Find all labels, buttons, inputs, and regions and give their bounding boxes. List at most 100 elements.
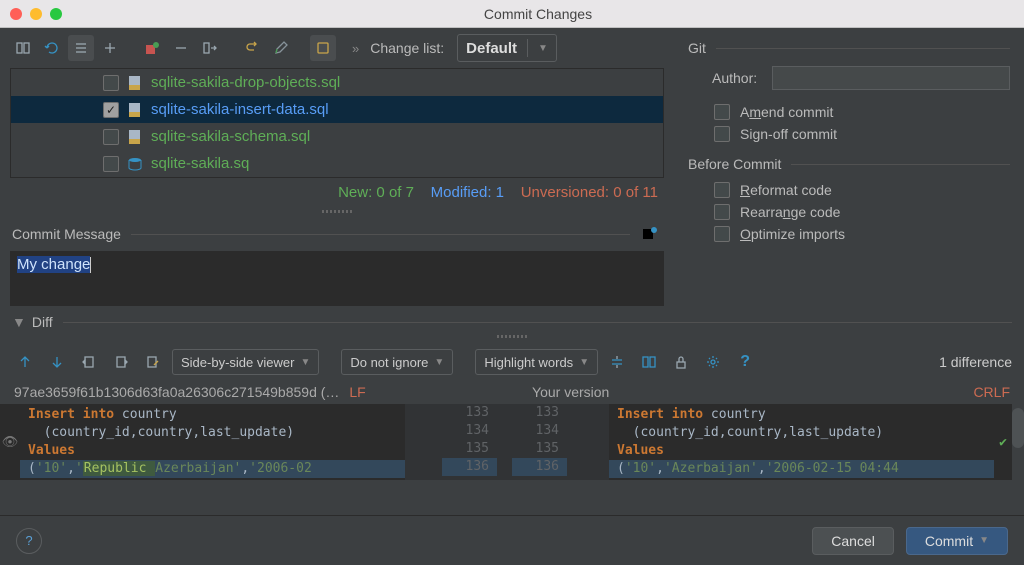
change-list-select[interactable]: Default ▼ (457, 34, 557, 62)
settings-icon[interactable] (700, 349, 726, 375)
titlebar: Commit Changes (0, 0, 1024, 28)
commit-button[interactable]: Commit▼ (906, 527, 1008, 555)
show-diff-icon[interactable] (10, 35, 36, 61)
prev-file-icon[interactable] (76, 349, 102, 375)
diff-drag-handle[interactable] (0, 332, 1024, 340)
sql-file-icon (127, 102, 143, 118)
file-list[interactable]: sqlite-sakila-drop-objects.sql ✓ sqlite-sa… (10, 68, 664, 178)
window-minimize-button[interactable] (30, 8, 42, 20)
reformat-label: Reformat code (740, 182, 832, 198)
collapse-unchanged-icon[interactable] (604, 349, 630, 375)
signoff-checkbox[interactable] (714, 126, 730, 142)
status-modified: Modified: 1 (431, 184, 504, 201)
file-status-line: New: 0 of 7 Modified: 1 Unversioned: 0 o… (0, 178, 674, 207)
diff-body: 👁 Insert into country (country_id,countr… (0, 404, 1024, 480)
group-by-icon[interactable] (68, 35, 94, 61)
rearrange-label: Rearrange code (740, 204, 840, 220)
optimize-label: Optimize imports (740, 226, 845, 242)
drag-handle[interactable] (0, 207, 674, 215)
move-changelist-icon[interactable] (197, 35, 223, 61)
file-name: sqlite-sakila.sq (151, 155, 249, 172)
left-pane[interactable]: Insert into country (country_id,country,… (20, 404, 405, 480)
file-name: sqlite-sakila-insert-data.sql (151, 101, 329, 118)
file-row[interactable]: ✓ sqlite-sakila-insert-data.sql (11, 96, 663, 123)
ignore-select[interactable]: Do not ignore▼ (341, 349, 453, 375)
line-number: 136 (442, 458, 497, 476)
diff-toolbar: Side-by-side viewer▼ Do not ignore▼ High… (0, 344, 1024, 380)
file-checkbox[interactable]: ✓ (103, 102, 119, 118)
line-number: 136 (512, 458, 567, 476)
optimize-checkbox[interactable] (714, 226, 730, 242)
left-line-ending: LF (349, 384, 365, 400)
file-checkbox[interactable] (103, 156, 119, 172)
commit-message-label: Commit Message (12, 226, 121, 242)
expand-icon[interactable] (97, 35, 123, 61)
line-number: 133 (512, 404, 567, 422)
file-name: sqlite-sakila-drop-objects.sql (151, 74, 340, 91)
right-revision-label: Your version (532, 384, 609, 400)
sql-file-icon (127, 129, 143, 145)
revert-icon[interactable] (239, 35, 265, 61)
commit-message-input[interactable]: My change (10, 251, 664, 306)
diff-label: Diff (32, 314, 53, 330)
edit-icon[interactable] (268, 35, 294, 61)
highlight-select[interactable]: Highlight words▼ (475, 349, 598, 375)
chevron-down-icon: ▼ (538, 43, 548, 54)
line-number: 134 (512, 422, 567, 440)
apply-icon[interactable]: ✔ (994, 404, 1012, 480)
line-number: 134 (442, 422, 497, 440)
gutter: 133134135136 133134135136 (405, 404, 609, 480)
change-list-label: Change list: (370, 40, 444, 56)
amend-label: Amend commit (740, 104, 833, 120)
file-row[interactable]: sqlite-sakila.sq (11, 150, 663, 177)
cancel-button[interactable]: Cancel (812, 527, 894, 555)
next-file-icon[interactable] (108, 349, 134, 375)
sync-scroll-icon[interactable] (636, 349, 662, 375)
main-toolbar: » Change list: Default ▼ (0, 28, 674, 68)
line-number: 133 (442, 404, 497, 422)
sql-file-icon (127, 75, 143, 91)
database-icon (127, 156, 143, 172)
diff-count: 1 difference (939, 354, 1012, 370)
lock-icon[interactable] (668, 349, 694, 375)
window-title: Commit Changes (62, 6, 1014, 22)
signoff-label: Sign-off commit (740, 126, 837, 142)
change-list-value: Default (466, 40, 517, 57)
amend-checkbox[interactable] (714, 104, 730, 120)
viewer-select[interactable]: Side-by-side viewer▼ (172, 349, 319, 375)
status-unversioned: Unversioned: 0 of 11 (521, 184, 658, 201)
window-close-button[interactable] (10, 8, 22, 20)
file-checkbox[interactable] (103, 75, 119, 91)
remove-icon[interactable] (168, 35, 194, 61)
file-row[interactable]: sqlite-sakila-schema.sql (11, 123, 663, 150)
file-row[interactable]: sqlite-sakila-drop-objects.sql (11, 69, 663, 96)
before-commit-title: Before Commit (688, 156, 781, 172)
line-number: 135 (442, 440, 497, 458)
next-diff-icon[interactable] (44, 349, 70, 375)
history-icon[interactable] (636, 221, 662, 247)
help-diff-icon[interactable]: ? (732, 349, 758, 375)
prev-diff-icon[interactable] (12, 349, 38, 375)
file-name: sqlite-sakila-schema.sql (151, 128, 310, 145)
author-input[interactable] (772, 66, 1010, 90)
chevron-down-icon: ▼ (979, 535, 989, 546)
right-pane[interactable]: Insert into country (country_id,country,… (609, 404, 994, 480)
right-line-ending: CRLF (973, 384, 1010, 400)
author-label: Author: (712, 70, 772, 86)
commit-message-text: My change (17, 256, 90, 273)
reformat-checkbox[interactable] (714, 182, 730, 198)
edit-diff-icon[interactable] (140, 349, 166, 375)
scrollbar[interactable] (1012, 404, 1024, 480)
changelist-icon[interactable] (139, 35, 165, 61)
file-checkbox[interactable] (103, 129, 119, 145)
visibility-icon[interactable]: 👁 (0, 404, 20, 480)
line-number: 135 (512, 440, 567, 458)
status-new: New: 0 of 7 (338, 184, 414, 201)
left-revision-label: 97ae3659f61b1306d63fa0a26306c271549b859d… (14, 384, 339, 400)
diff-collapse-icon[interactable]: ▼ (12, 314, 26, 330)
refresh-icon[interactable] (39, 35, 65, 61)
window-zoom-button[interactable] (50, 8, 62, 20)
help-button[interactable]: ? (16, 528, 42, 554)
rearrange-checkbox[interactable] (714, 204, 730, 220)
jump-to-source-icon[interactable] (310, 35, 336, 61)
